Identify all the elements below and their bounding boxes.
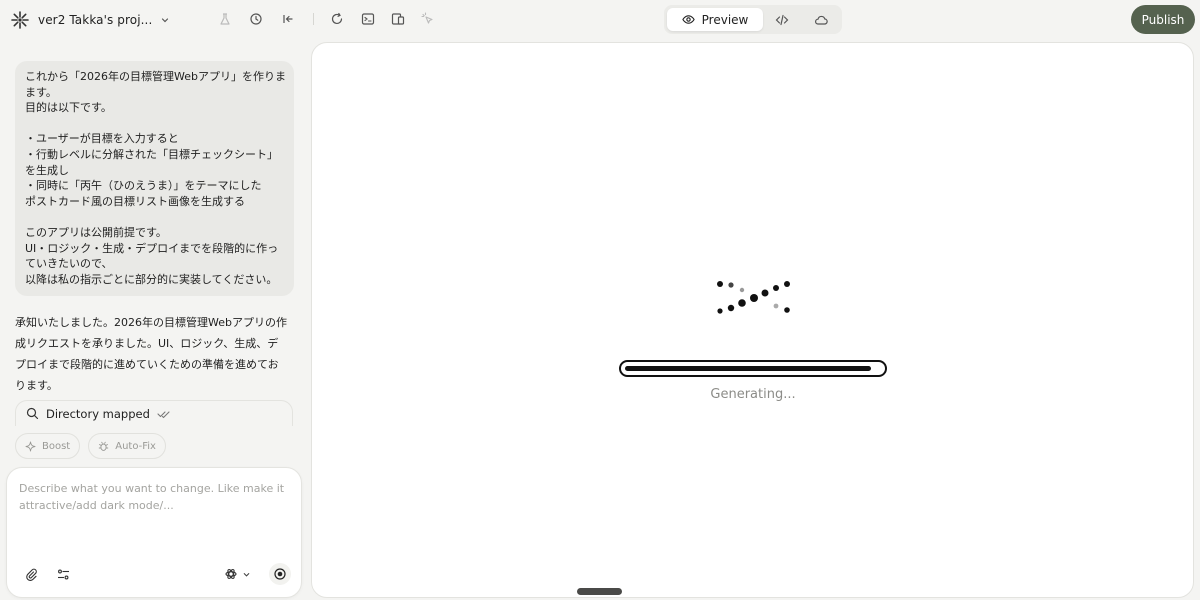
message-line: ・ユーザーが目標を入力すると xyxy=(25,132,179,146)
collapse-sidebar-icon[interactable] xyxy=(280,11,296,27)
sparkle-icon xyxy=(25,441,36,451)
model-selector[interactable] xyxy=(225,566,251,582)
loading-dots-icon xyxy=(717,281,790,314)
attach-icon[interactable] xyxy=(23,566,39,582)
top-bar: ver2 Takka's proj... Preview Publish xyxy=(0,0,1200,40)
message-line: ポストカード風の目標リスト画像を生成する xyxy=(25,194,245,208)
tab-preview[interactable]: Preview xyxy=(667,8,763,31)
autofix-button[interactable]: Auto-Fix xyxy=(88,433,166,459)
prompt-placeholder[interactable]: Describe what you want to change. Like m… xyxy=(19,481,289,514)
message-line: ・行動レベルに分解された「目標チェックシート」 xyxy=(25,147,278,161)
voice-record-button[interactable] xyxy=(269,563,291,585)
loading-spinner xyxy=(716,279,792,319)
terminal-icon[interactable] xyxy=(360,11,376,27)
cloud-icon xyxy=(815,15,828,25)
status-item-directory[interactable]: Directory mapped xyxy=(15,400,293,426)
message-line: UI・ロジック・生成・デプロイまでを段階的に作っ xyxy=(25,241,279,255)
double-check-icon xyxy=(157,410,170,418)
preview-pane: Generating... xyxy=(311,42,1194,598)
tab-preview-label: Preview xyxy=(701,12,749,27)
chevron-down-icon[interactable] xyxy=(160,15,170,25)
refresh-icon[interactable] xyxy=(329,11,345,27)
record-icon xyxy=(274,568,286,580)
app-logo-icon xyxy=(11,11,29,29)
boost-button[interactable]: Boost xyxy=(15,433,81,459)
project-switcher[interactable]: ver2 Takka's proj... xyxy=(10,9,170,31)
select-element-icon[interactable] xyxy=(420,11,436,27)
reply-line: ります。 xyxy=(15,379,58,392)
assistant-message: 承知いたしました。2026年の目標管理Webアプリの作 成リクエストを承りました… xyxy=(15,312,295,396)
device-toggle-icon[interactable] xyxy=(390,11,406,27)
chat-panel: これから「2026年の目標管理Webアプリ」を作りま ます。 目的は以下です。 … xyxy=(0,40,305,600)
eye-icon xyxy=(681,15,695,24)
message-line: 目的は以下です。 xyxy=(25,101,112,115)
status-item-label: Directory mapped xyxy=(46,406,150,421)
progress-bar xyxy=(619,360,887,377)
action-chips: Boost Auto-Fix xyxy=(15,433,166,459)
chevron-down-icon xyxy=(243,572,250,577)
status-text: Generating... xyxy=(710,387,796,402)
reply-line: 承知いたしました。2026年の目標管理Webアプリの作 xyxy=(15,316,287,329)
code-icon xyxy=(775,14,789,26)
message-line: ていきたいので、 xyxy=(25,257,113,271)
publish-button[interactable]: Publish xyxy=(1131,5,1195,34)
message-line: を生成し xyxy=(25,163,69,177)
bug-icon xyxy=(98,441,109,451)
resize-handle[interactable] xyxy=(577,588,622,595)
settings-sliders-icon[interactable] xyxy=(55,566,71,582)
placeholder-line: Describe what you want to change. Like m… xyxy=(19,482,285,495)
placeholder-line: attractive/add dark mode/... xyxy=(19,498,174,512)
view-mode-switch: Preview xyxy=(664,5,842,34)
toolbar-divider xyxy=(313,13,314,25)
boost-label: Boost xyxy=(42,440,71,452)
message-line: これから「2026年の目標管理Webアプリ」を作りま xyxy=(25,70,286,83)
autofix-label: Auto-Fix xyxy=(115,440,156,452)
search-icon xyxy=(26,407,39,420)
tab-cloud[interactable] xyxy=(813,12,829,28)
progress-fill xyxy=(625,366,871,371)
flask-icon[interactable] xyxy=(217,11,233,27)
message-line xyxy=(25,116,284,132)
history-icon[interactable] xyxy=(248,11,264,27)
message-line: 以降は私の指示ごとに部分的に実装してください。 xyxy=(25,272,278,286)
message-line xyxy=(25,209,284,225)
model-icon xyxy=(225,568,237,580)
message-line: ます。 xyxy=(25,85,57,99)
user-message: これから「2026年の目標管理Webアプリ」を作りま ます。 目的は以下です。 … xyxy=(15,61,294,296)
reply-line: 成リクエストを承りました。UI、ロジック、生成、デ xyxy=(15,337,279,350)
tab-code[interactable] xyxy=(774,12,790,28)
project-name[interactable]: ver2 Takka's proj... xyxy=(38,13,152,27)
message-line: ・同時に「丙午（ひのえうま）」をテーマにした xyxy=(25,179,262,193)
message-line: このアプリは公開前提です。 xyxy=(25,225,167,239)
reply-line: プロイまで段階的に進めていくための準備を進めてお xyxy=(15,358,279,371)
prompt-composer[interactable]: Describe what you want to change. Like m… xyxy=(6,467,302,598)
